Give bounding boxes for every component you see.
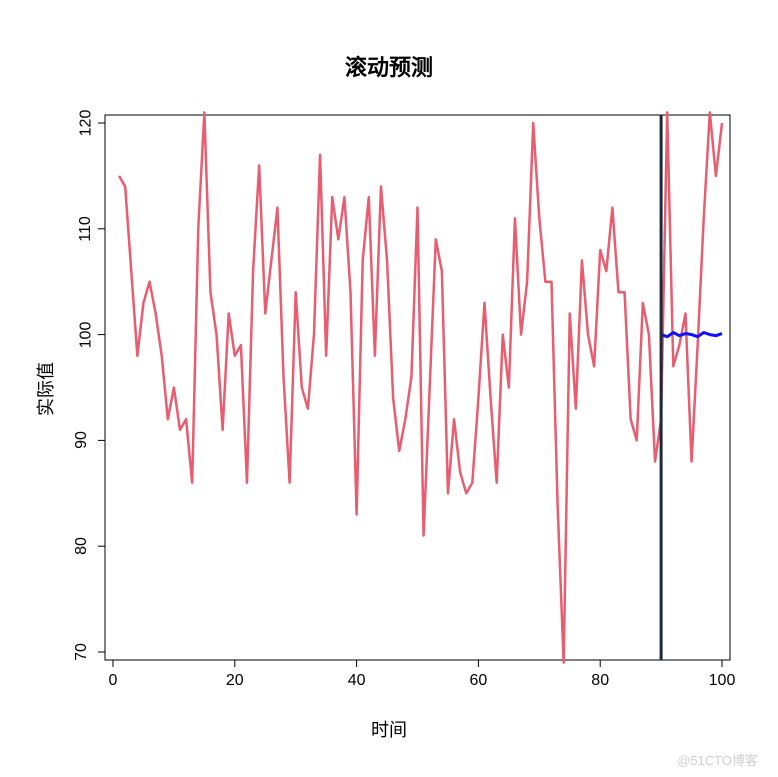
series-actual — [119, 112, 722, 662]
series-forecast — [661, 332, 722, 336]
x-tick-label: 60 — [469, 672, 487, 690]
y-tick-label: 110 — [77, 216, 95, 242]
y-axis-label: 实际值 — [32, 362, 58, 416]
x-tick-label: 100 — [709, 672, 736, 690]
y-tick-label: 70 — [73, 643, 91, 661]
y-tick-group — [98, 123, 105, 652]
y-tick-label: 90 — [73, 431, 91, 449]
y-tick-label: 120 — [77, 110, 95, 137]
x-tick-label: 0 — [109, 672, 118, 690]
plot-svg — [105, 115, 730, 660]
x-tick-label: 40 — [348, 672, 366, 690]
x-tick-label: 80 — [591, 672, 609, 690]
y-tick-label: 80 — [73, 537, 91, 555]
plot-area — [105, 115, 730, 660]
series-group — [119, 112, 722, 662]
watermark: @51CTO博客 — [677, 750, 758, 769]
chart-title: 滚动预测 — [0, 50, 778, 82]
x-tick-group — [113, 660, 722, 667]
x-tick-label: 20 — [226, 672, 244, 690]
y-tick-label: 100 — [77, 321, 95, 348]
chart-container: 滚动预测 实际值 时间 0 20 40 60 80 100 70 80 90 100 110 120… — [0, 0, 778, 777]
x-axis-label: 时间 — [0, 716, 778, 742]
